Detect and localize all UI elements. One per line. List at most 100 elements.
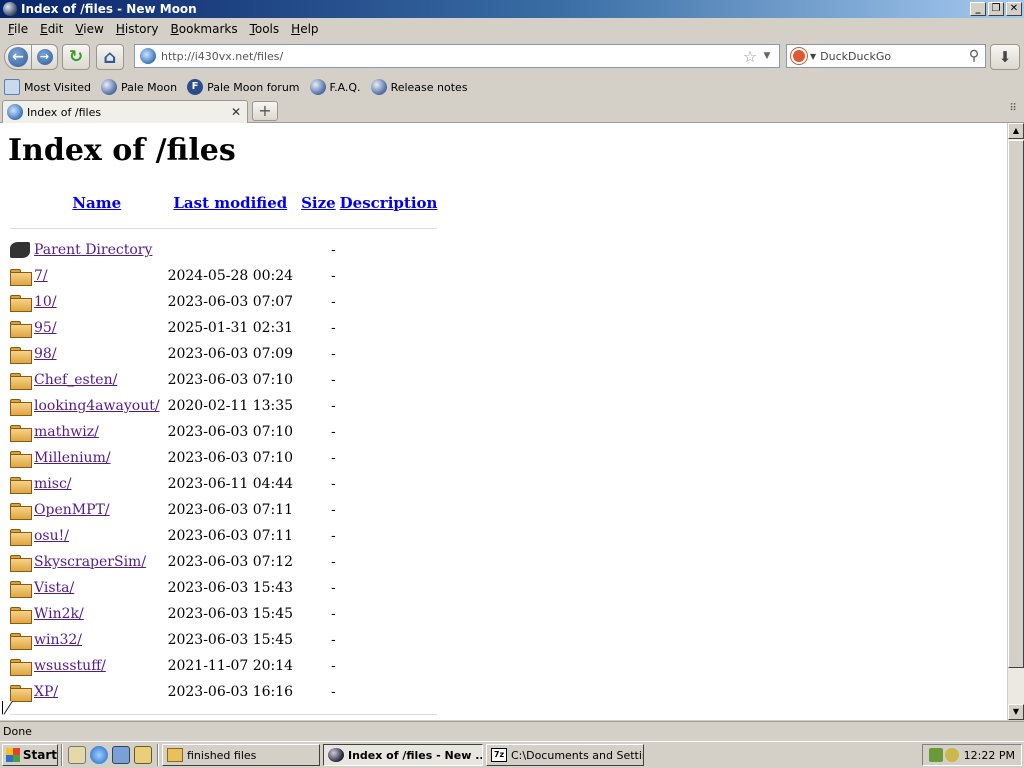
back-button[interactable]: ←: [4, 44, 32, 70]
description-cell: [338, 575, 440, 601]
tab-list-icon[interactable]: ⠿: [1006, 103, 1020, 117]
scroll-up-icon[interactable]: ▲: [1008, 123, 1024, 139]
menu-file[interactable]: File: [4, 22, 36, 36]
size-cell: -: [330, 632, 336, 648]
folder-link[interactable]: mathwiz/: [34, 424, 99, 440]
bookmark-release-notes[interactable]: Release notes: [370, 79, 468, 95]
search-engine-dropdown-icon[interactable]: ▼: [810, 52, 816, 61]
outlook-express-icon[interactable]: [112, 746, 130, 764]
site-identity-icon[interactable]: [140, 48, 156, 64]
new-tab-button[interactable]: +: [252, 101, 278, 121]
menu-help[interactable]: Help: [287, 22, 326, 36]
description-cell: [338, 627, 440, 653]
start-button[interactable]: Start: [2, 744, 58, 766]
folder-link[interactable]: 98/: [34, 346, 57, 362]
folder-link[interactable]: SkyscraperSim/: [34, 554, 146, 570]
sort-by-size-link[interactable]: Size: [301, 194, 336, 212]
folder-icon: [10, 658, 32, 676]
url-history-dropdown-icon[interactable]: ▼: [759, 51, 775, 61]
folder-link[interactable]: Vista/: [34, 580, 74, 596]
mouse-pointer-icon: [3, 701, 12, 715]
vertical-scrollbar[interactable]: ▲ ▼: [1007, 123, 1024, 720]
parent-directory-link[interactable]: Parent Directory: [34, 242, 152, 258]
folder-link[interactable]: win32/: [34, 632, 82, 648]
tab-index-of-files[interactable]: Index of /files ✕: [2, 100, 248, 123]
size-cell: -: [330, 450, 336, 466]
menu-view[interactable]: View: [71, 22, 111, 36]
clock[interactable]: 12:22 PM: [964, 749, 1015, 762]
forward-button[interactable]: →: [32, 44, 58, 70]
taskbar-button[interactable]: finished files: [162, 744, 320, 766]
downloads-button[interactable]: ⬇: [990, 44, 1020, 70]
folder-link[interactable]: looking4awayout/: [34, 398, 160, 414]
folder-icon: [10, 580, 32, 598]
folder-link[interactable]: misc/: [34, 476, 72, 492]
bookmark-faq[interactable]: F.A.Q.: [309, 79, 361, 95]
window-title-bar[interactable]: Index of /files - New Moon _ ❐ ✕: [0, 0, 1024, 18]
minimize-button[interactable]: _: [970, 2, 986, 16]
taskbar-button[interactable]: Index of /files - New ...: [323, 744, 483, 766]
menu-history[interactable]: History: [112, 22, 167, 36]
folder-link[interactable]: OpenMPT/: [34, 502, 110, 518]
url-input[interactable]: http://i430vx.net/files/: [161, 50, 741, 63]
reload-button[interactable]: ↻: [62, 44, 90, 70]
forward-arrow-icon: →: [36, 49, 53, 65]
bookmark-star-icon[interactable]: ☆: [741, 47, 759, 66]
bookmark-pale-moon-forum[interactable]: F Pale Moon forum: [187, 79, 300, 95]
windows-explorer-icon[interactable]: [134, 746, 152, 764]
folder-icon: [10, 606, 32, 624]
folder-link[interactable]: 7/: [34, 268, 48, 284]
bookmark-most-visited[interactable]: Most Visited: [4, 79, 91, 95]
taskbar-button[interactable]: 7zC:\Documents and Setting...: [486, 744, 644, 766]
network-tray-icon[interactable]: [929, 748, 943, 762]
modified-cell: 2023-06-11 04:44: [167, 476, 294, 492]
folder-link[interactable]: osu!/: [34, 528, 69, 544]
folder-link[interactable]: 10/: [34, 294, 57, 310]
table-row: win32/2023-06-03 15:45 -: [8, 627, 439, 653]
table-row: Chef_esten/2023-06-03 07:10 -: [8, 367, 439, 393]
scrollbar-thumb[interactable]: [1008, 140, 1024, 668]
sort-by-name-link[interactable]: Name: [72, 194, 121, 212]
folder-link[interactable]: Millenium/: [34, 450, 111, 466]
modified-cell: 2023-06-03 07:07: [167, 294, 294, 310]
table-row: mathwiz/2023-06-03 07:10 -: [8, 419, 439, 445]
table-row: OpenMPT/2023-06-03 07:11 -: [8, 497, 439, 523]
duckduckgo-icon[interactable]: [791, 48, 807, 64]
directory-listing-table: Name Last modified Size Description Pare…: [8, 189, 439, 720]
sort-by-modified-link[interactable]: Last modified: [173, 194, 287, 212]
tab-label: Index of /files: [27, 105, 102, 119]
table-row: 95/2025-01-31 02:31 -: [8, 315, 439, 341]
size-cell: -: [330, 476, 336, 492]
menu-bookmarks[interactable]: Bookmarks: [167, 22, 246, 36]
modified-cell: 2023-06-03 07:10: [167, 450, 294, 466]
tab-favicon-icon: [7, 104, 23, 120]
reload-icon: ↻: [68, 47, 84, 67]
folder-link[interactable]: 95/: [34, 320, 57, 336]
tab-close-icon[interactable]: ✕: [229, 105, 243, 119]
folder-link[interactable]: Win2k/: [34, 606, 84, 622]
volume-tray-icon[interactable]: [945, 748, 959, 762]
table-row: SkyscraperSim/2023-06-03 07:12 -: [8, 549, 439, 575]
search-input[interactable]: DuckDuckGo: [820, 50, 963, 63]
table-row: looking4awayout/2020-02-11 13:35 -: [8, 393, 439, 419]
close-button[interactable]: ✕: [1006, 2, 1022, 16]
address-bar[interactable]: http://i430vx.net/files/ ☆ ▼: [134, 44, 780, 68]
forum-icon: F: [187, 79, 204, 95]
sort-by-description-link[interactable]: Description: [340, 194, 438, 212]
magnifier-icon[interactable]: ⚲: [963, 48, 985, 64]
internet-explorer-icon[interactable]: [90, 746, 108, 764]
folder-link[interactable]: wsusstuff/: [34, 658, 106, 674]
scroll-down-icon[interactable]: ▼: [1008, 704, 1024, 720]
folder-link[interactable]: XP/: [34, 684, 58, 700]
folder-icon: [10, 268, 32, 286]
bookmark-pale-moon[interactable]: Pale Moon: [100, 79, 177, 95]
home-button[interactable]: ⌂: [96, 44, 124, 70]
pale-moon-icon: [370, 79, 387, 95]
menu-tools[interactable]: Tools: [246, 22, 288, 36]
folder-link[interactable]: Chef_esten/: [34, 372, 117, 388]
restore-button[interactable]: ❐: [988, 2, 1004, 16]
search-bar[interactable]: ▼ DuckDuckGo ⚲: [786, 44, 986, 68]
show-desktop-icon[interactable]: [68, 746, 86, 764]
menu-edit[interactable]: Edit: [36, 22, 71, 36]
description-cell: [338, 653, 440, 679]
